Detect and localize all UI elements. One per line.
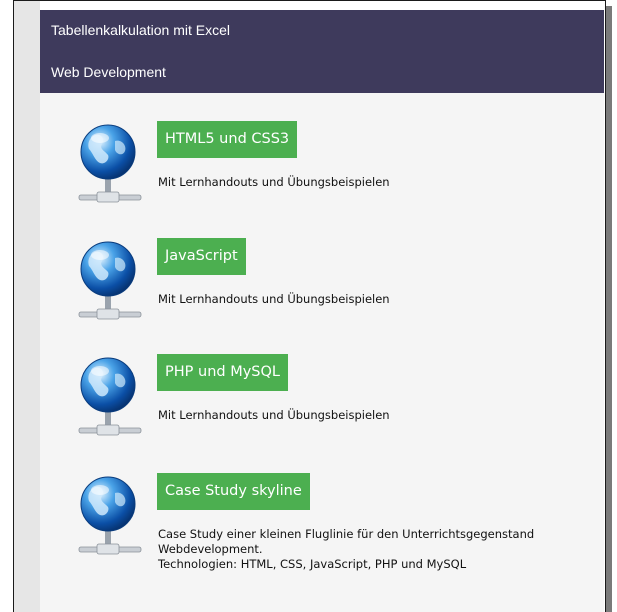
course-button-html5-css3[interactable]: HTML5 und CSS3	[157, 121, 298, 158]
network-globe-icon	[78, 124, 142, 203]
left-margin	[14, 1, 40, 612]
description-line: Webdevelopment.	[158, 542, 263, 556]
course-button-case-study-skyline[interactable]: Case Study skyline	[157, 473, 310, 510]
description-line: Technologien: HTML, CSS, JavaScript, PHP…	[158, 557, 467, 571]
window-shadow	[606, 6, 612, 612]
course-description: Case Study einer kleinen Fluglinie für d…	[158, 527, 598, 572]
course-description: Mit Lernhandouts und Übungsbeispielen	[158, 408, 598, 423]
menu-item-excel[interactable]: Tabellenkalkulation mit Excel	[51, 22, 230, 38]
network-globe-icon	[78, 241, 142, 320]
category-menu: Tabellenkalkulation mit Excel Web Develo…	[40, 10, 604, 93]
description-line: Mit Lernhandouts und Übungsbeispielen	[158, 408, 390, 422]
top-gap	[40, 1, 604, 10]
network-globe-icon	[78, 357, 142, 436]
description-line: Mit Lernhandouts und Übungsbeispielen	[158, 292, 390, 306]
course-description: Mit Lernhandouts und Übungsbeispielen	[158, 175, 598, 190]
description-line: Case Study einer kleinen Fluglinie für d…	[158, 527, 535, 541]
menu-item-web-development[interactable]: Web Development	[51, 64, 166, 80]
course-description: Mit Lernhandouts und Übungsbeispielen	[158, 292, 598, 307]
description-line: Mit Lernhandouts und Übungsbeispielen	[158, 175, 390, 189]
course-button-php-mysql[interactable]: PHP und MySQL	[157, 354, 288, 391]
network-globe-icon	[78, 476, 142, 555]
course-button-javascript[interactable]: JavaScript	[157, 238, 246, 275]
